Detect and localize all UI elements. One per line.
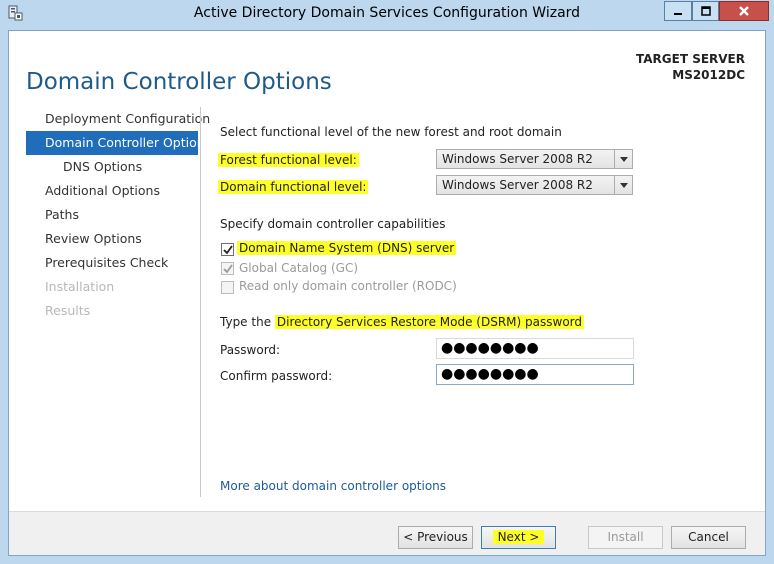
dsrm-heading-highlight: Directory Services Restore Mode (DSRM) p…: [274, 315, 584, 329]
close-icon: [739, 6, 749, 16]
title-bar[interactable]: Active Directory Domain Services Configu…: [0, 0, 774, 28]
cancel-button[interactable]: Cancel: [671, 526, 746, 549]
dns-server-label: Domain Name System (DNS) server: [237, 241, 457, 255]
install-button: Install: [588, 526, 663, 549]
window-title: Active Directory Domain Services Configu…: [193, 5, 581, 21]
domain-level-label-text: Domain functional level:: [218, 180, 369, 194]
minimize-button[interactable]: [664, 1, 692, 21]
domain-level-select[interactable]: Windows Server 2008 R2: [436, 175, 633, 195]
nav-divider: [200, 107, 201, 497]
nav-item-dns-options[interactable]: DNS Options: [26, 155, 198, 179]
wizard-content: Domain Controller Options TARGET SERVER …: [8, 30, 766, 556]
nav-item-results: Results: [45, 303, 91, 318]
target-server-name: MS2012DC: [672, 68, 745, 82]
maximize-icon: [700, 6, 711, 16]
capabilities-heading: Specify domain controller capabilities: [220, 217, 446, 231]
dsrm-heading: Type the Directory Services Restore Mode…: [220, 315, 584, 329]
chevron-down-icon[interactable]: [614, 150, 632, 168]
checkmark-icon: [222, 263, 233, 273]
dns-server-checkbox[interactable]: [221, 243, 234, 256]
rodc-label: Read only domain controller (RODC): [239, 279, 457, 293]
next-button[interactable]: Next >: [481, 526, 556, 549]
nav-item-paths[interactable]: Paths: [26, 203, 198, 227]
nav-item-additional-options[interactable]: Additional Options: [26, 179, 198, 203]
functional-level-heading: Select functional level of the new fores…: [220, 125, 562, 139]
nav-item-deployment-configuration[interactable]: Deployment Configuration: [26, 107, 210, 131]
chevron-down-icon[interactable]: [614, 176, 632, 194]
password-field[interactable]: ●●●●●●●●: [436, 338, 634, 359]
password-label: Password:: [220, 343, 281, 357]
confirm-password-label: Confirm password:: [220, 369, 333, 383]
forest-level-select[interactable]: Windows Server 2008 R2: [436, 149, 633, 169]
dsrm-heading-prefix: Type the: [220, 315, 272, 329]
maximize-button[interactable]: [692, 1, 719, 21]
previous-button[interactable]: < Previous: [398, 526, 473, 549]
nav-item-domain-controller-options[interactable]: Domain Controller Options: [26, 131, 211, 155]
nav-item-prerequisites-check[interactable]: Prerequisites Check: [26, 251, 198, 275]
global-catalog-label: Global Catalog (GC): [239, 261, 359, 275]
page-title: Domain Controller Options: [26, 69, 332, 96]
nav-item-installation: Installation: [45, 279, 115, 294]
dns-server-label-text: Domain Name System (DNS) server: [237, 241, 457, 255]
forest-level-value: Windows Server 2008 R2: [442, 152, 593, 166]
close-button[interactable]: [719, 1, 769, 21]
checkmark-icon: [222, 244, 233, 254]
more-info-link[interactable]: More about domain controller options: [220, 479, 446, 493]
confirm-password-field[interactable]: ●●●●●●●●: [436, 364, 634, 385]
wizard-window: Active Directory Domain Services Configu…: [0, 0, 774, 564]
wizard-footer: < Previous Next > Install Cancel: [9, 511, 765, 555]
forest-level-label-text: Forest functional level:: [218, 153, 359, 167]
target-server-label: TARGET SERVER: [636, 52, 745, 66]
forest-level-label: Forest functional level:: [218, 153, 359, 167]
domain-level-label: Domain functional level:: [218, 180, 369, 194]
nav-item-review-options[interactable]: Review Options: [26, 227, 198, 251]
domain-level-value: Windows Server 2008 R2: [442, 178, 593, 192]
next-button-label: Next >: [492, 530, 545, 544]
global-catalog-checkbox: [221, 262, 234, 275]
minimize-icon: [674, 13, 682, 15]
rodc-checkbox: [221, 281, 234, 294]
